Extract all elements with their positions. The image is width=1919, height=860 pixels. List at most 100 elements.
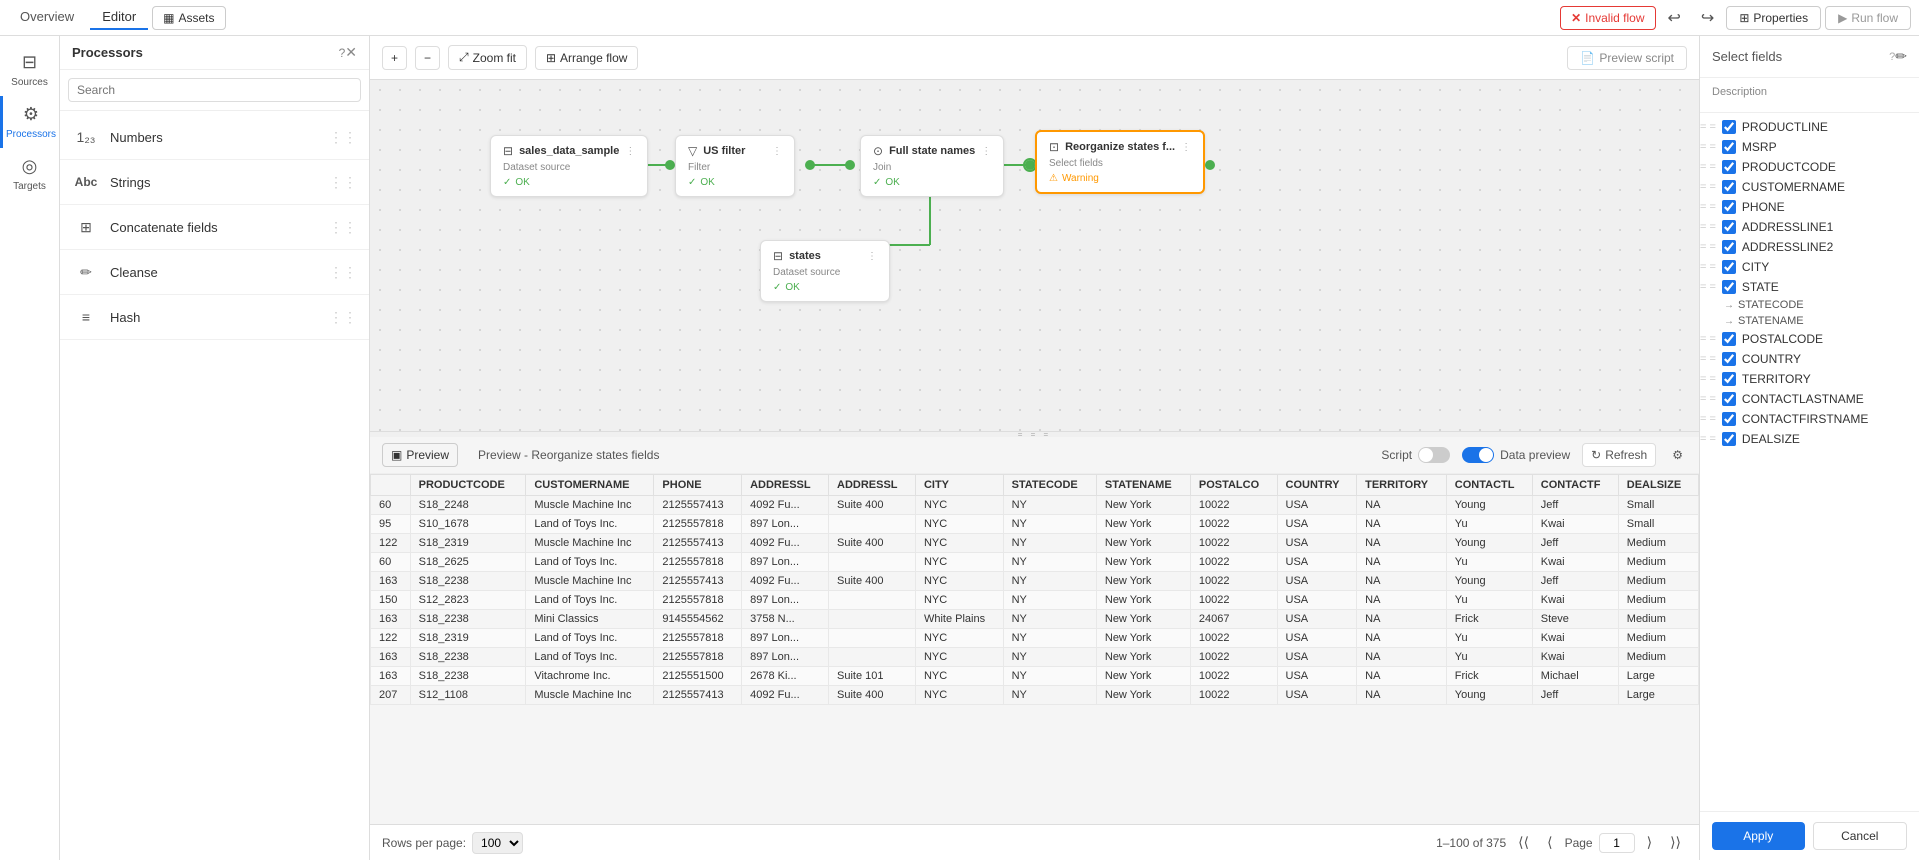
node-menu-state[interactable]: ⋮ xyxy=(981,146,991,157)
node-subtitle-states: Dataset source xyxy=(773,267,877,278)
field-drag-city[interactable]: = = xyxy=(1700,261,1716,273)
arrange-flow-button[interactable]: ⊞ Arrange flow xyxy=(535,46,638,70)
next-page-button[interactable]: ⟩ xyxy=(1641,832,1658,853)
field-checkbox-msrp[interactable] xyxy=(1722,140,1736,154)
field-drag-contactlastname[interactable]: = = xyxy=(1700,393,1716,405)
refresh-button[interactable]: ↻ Refresh xyxy=(1582,443,1656,467)
preview-script-button[interactable]: 📄 Preview script xyxy=(1567,46,1687,70)
field-drag-postalcode[interactable]: = = xyxy=(1700,333,1716,345)
rows-per-page-select[interactable]: 100 50 25 xyxy=(472,832,523,854)
run-flow-button[interactable]: ▶ Run flow xyxy=(1825,6,1911,30)
field-item-productline: = = PRODUCTLINE xyxy=(1700,117,1919,137)
field-drag-addressline1[interactable]: = = xyxy=(1700,221,1716,233)
field-name-state: STATE xyxy=(1742,280,1919,294)
processor-numbers[interactable]: 1₂₃ Numbers ⋮⋮ xyxy=(60,115,369,160)
sidebar-item-targets[interactable]: ◎ Targets xyxy=(0,148,59,200)
node-menu-reorg[interactable]: ⋮ xyxy=(1181,142,1191,153)
data-table-wrapper[interactable]: PRODUCTCODE CUSTOMERNAME PHONE ADDRESSL … xyxy=(370,474,1699,825)
apply-button[interactable]: Apply xyxy=(1712,822,1805,850)
zoom-fit-button[interactable]: ⤢ Zoom fit xyxy=(448,45,527,70)
processor-hash[interactable]: ≡ Hash ⋮⋮ xyxy=(60,295,369,340)
flow-canvas[interactable]: ⊟ sales_data_sample ⋮ Dataset source ✓ O… xyxy=(370,80,1699,431)
tab-overview[interactable]: Overview xyxy=(8,5,86,30)
field-checkbox-phone[interactable] xyxy=(1722,200,1736,214)
zoom-in-button[interactable]: + xyxy=(382,46,407,70)
page-number-input[interactable] xyxy=(1599,833,1635,853)
field-checkbox-dealsize[interactable] xyxy=(1722,432,1736,446)
node-states-source[interactable]: ⊟ states ⋮ Dataset source ✓ OK xyxy=(760,240,890,302)
targets-icon: ◎ xyxy=(22,156,38,177)
field-checkbox-country[interactable] xyxy=(1722,352,1736,366)
tab-editor[interactable]: Editor xyxy=(90,5,148,30)
tab-assets[interactable]: ▦ Assets xyxy=(152,6,225,30)
right-panel-header: Select fields ? ✏ xyxy=(1700,36,1919,78)
prev-page-button[interactable]: ⟨ xyxy=(1541,832,1558,853)
settings-button[interactable]: ⚙ xyxy=(1668,444,1687,466)
drag-handle-concatenate[interactable]: ⋮⋮ xyxy=(329,219,357,236)
canvas-area: + − ⤢ Zoom fit ⊞ Arrange flow 📄 Preview … xyxy=(370,36,1699,860)
node-status-state: ✓ OK xyxy=(873,177,991,188)
drag-handle-hash[interactable]: ⋮⋮ xyxy=(329,309,357,326)
field-drag-addressline2[interactable]: = = xyxy=(1700,241,1716,253)
field-drag-dealsize[interactable]: = = xyxy=(1700,433,1716,445)
script-toggle[interactable]: Script xyxy=(1381,447,1450,463)
sidebar-label-processors: Processors xyxy=(6,129,56,140)
drag-handle-numbers[interactable]: ⋮⋮ xyxy=(329,129,357,146)
field-checkbox-addressline1[interactable] xyxy=(1722,220,1736,234)
field-checkbox-city[interactable] xyxy=(1722,260,1736,274)
field-drag-contactfirstname[interactable]: = = xyxy=(1700,413,1716,425)
field-drag-customername[interactable]: = = xyxy=(1700,181,1716,193)
field-drag-territory[interactable]: = = xyxy=(1700,373,1716,385)
field-checkbox-productline[interactable] xyxy=(1722,120,1736,134)
processor-strings[interactable]: Abc Strings ⋮⋮ xyxy=(60,160,369,205)
redo-button[interactable]: ↪ xyxy=(1693,4,1722,32)
zoom-out-button[interactable]: − xyxy=(415,46,440,70)
sidebar-item-processors[interactable]: ⚙ Processors xyxy=(0,96,59,148)
preview-tab[interactable]: ▣ Preview xyxy=(382,443,458,467)
node-menu-sales[interactable]: ⋮ xyxy=(625,146,635,157)
sidebar-item-sources[interactable]: ⊟ Sources xyxy=(0,44,59,96)
field-checkbox-contactlastname[interactable] xyxy=(1722,392,1736,406)
field-drag-country[interactable]: = = xyxy=(1700,353,1716,365)
col-header-city: CITY xyxy=(915,474,1003,495)
first-page-button[interactable]: ⟨⟨ xyxy=(1512,832,1535,853)
processors-close-button[interactable]: ✕ xyxy=(345,44,357,61)
field-checkbox-addressline2[interactable] xyxy=(1722,240,1736,254)
field-drag-msrp[interactable]: = = xyxy=(1700,141,1716,153)
field-checkbox-productcode[interactable] xyxy=(1722,160,1736,174)
field-checkbox-state[interactable] xyxy=(1722,280,1736,294)
node-us-filter[interactable]: ▽ US filter ⋮ Filter ✓ OK xyxy=(675,135,795,197)
data-preview-toggle[interactable]: Data preview xyxy=(1462,447,1570,463)
processors-help-icon[interactable]: ? xyxy=(339,46,346,60)
right-panel-edit-button[interactable]: ✏ xyxy=(1895,48,1907,65)
cancel-button[interactable]: Cancel xyxy=(1813,822,1908,850)
invalid-flow-button[interactable]: ✕ Invalid flow xyxy=(1560,6,1655,30)
field-drag-productcode[interactable]: = = xyxy=(1700,161,1716,173)
properties-button[interactable]: ⊞ Properties xyxy=(1726,6,1821,30)
data-preview-toggle-switch[interactable] xyxy=(1462,447,1494,463)
field-drag-state[interactable]: = = xyxy=(1700,281,1716,293)
last-page-button[interactable]: ⟩⟩ xyxy=(1664,832,1687,853)
processor-concatenate[interactable]: ⊞ Concatenate fields ⋮⋮ xyxy=(60,205,369,250)
script-icon: 📄 xyxy=(1580,51,1595,65)
field-checkbox-contactfirstname[interactable] xyxy=(1722,412,1736,426)
script-toggle-switch[interactable] xyxy=(1418,447,1450,463)
ok-icon-filter: ✓ xyxy=(688,177,696,188)
undo-button[interactable]: ↩ xyxy=(1660,4,1689,32)
drag-handle-cleanse[interactable]: ⋮⋮ xyxy=(329,264,357,281)
node-reorganize[interactable]: ⊡ Reorganize states f... ⋮ Select fields… xyxy=(1035,130,1205,194)
node-full-state[interactable]: ⊙ Full state names ⋮ Join ✓ OK xyxy=(860,135,1004,197)
field-checkbox-customername[interactable] xyxy=(1722,180,1736,194)
node-menu-states[interactable]: ⋮ xyxy=(867,251,877,262)
drag-handle-strings[interactable]: ⋮⋮ xyxy=(329,174,357,191)
table-body: 60S18_2248Muscle Machine Inc212555741340… xyxy=(371,495,1699,704)
processor-label-cleanse: Cleanse xyxy=(110,265,319,280)
field-checkbox-postalcode[interactable] xyxy=(1722,332,1736,346)
processors-search-input[interactable] xyxy=(68,78,361,102)
field-drag-phone[interactable]: = = xyxy=(1700,201,1716,213)
node-menu-filter[interactable]: ⋮ xyxy=(772,146,782,157)
node-sales-data[interactable]: ⊟ sales_data_sample ⋮ Dataset source ✓ O… xyxy=(490,135,648,197)
field-drag-productline[interactable]: = = xyxy=(1700,121,1716,133)
field-checkbox-territory[interactable] xyxy=(1722,372,1736,386)
processor-cleanse[interactable]: ✏ Cleanse ⋮⋮ xyxy=(60,250,369,295)
